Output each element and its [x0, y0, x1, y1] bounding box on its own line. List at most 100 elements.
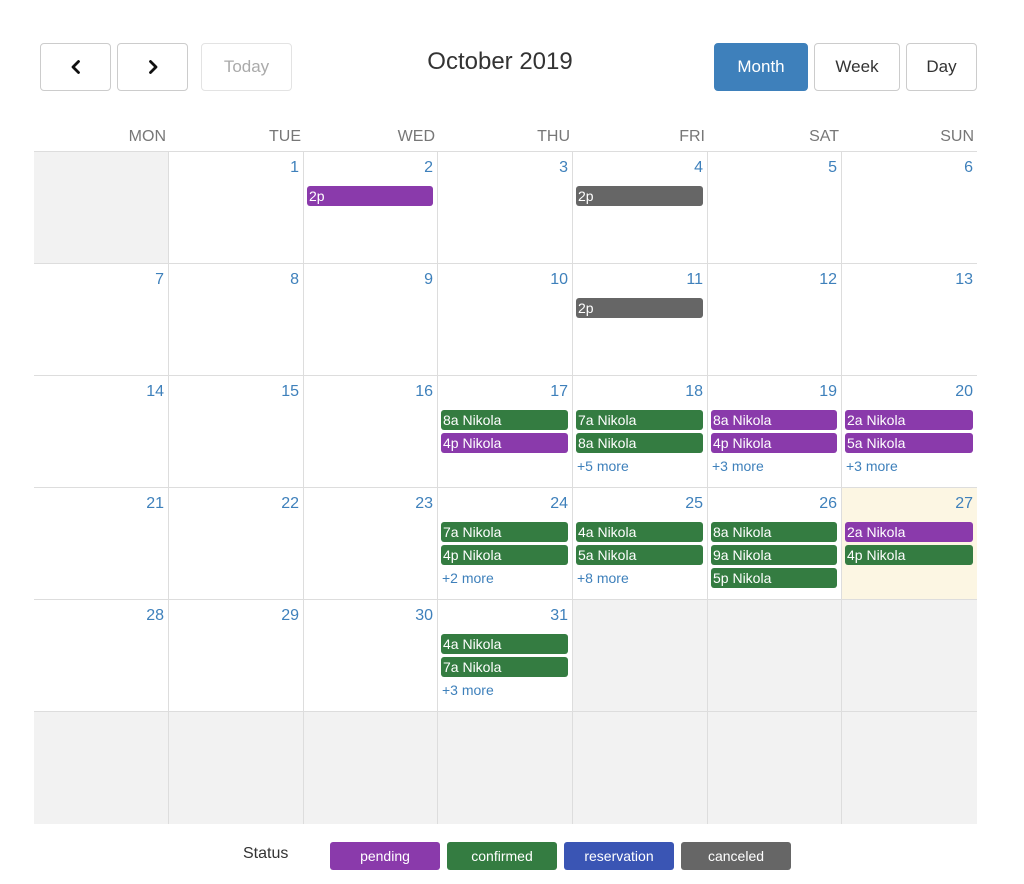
day-number[interactable]: 16 — [415, 383, 433, 401]
day-number[interactable]: 14 — [146, 383, 164, 401]
day-cell[interactable] — [169, 712, 304, 824]
day-number[interactable]: 20 — [955, 383, 973, 401]
event-confirmed[interactable]: 4p Nikola — [441, 545, 568, 565]
day-number[interactable]: 28 — [146, 607, 164, 625]
day-cell[interactable]: 21 — [34, 488, 169, 599]
event-canceled[interactable]: 2p — [576, 298, 703, 318]
day-number[interactable]: 13 — [955, 271, 973, 289]
more-events-link[interactable]: +2 more — [442, 570, 494, 586]
event-confirmed[interactable]: 5p Nikola — [711, 568, 837, 588]
day-cell[interactable]: 2 2p — [304, 152, 438, 263]
day-cell[interactable]: 14 — [34, 376, 169, 487]
more-events-link[interactable]: +3 more — [442, 682, 494, 698]
view-day-button[interactable]: Day — [906, 43, 977, 91]
day-cell[interactable]: 4 2p — [573, 152, 708, 263]
day-cell[interactable] — [573, 712, 708, 824]
day-cell[interactable] — [708, 600, 842, 711]
day-cell[interactable]: 16 — [304, 376, 438, 487]
more-events-link[interactable]: +3 more — [846, 458, 898, 474]
day-cell[interactable]: 24 7a Nikola 4p Nikola +2 more — [438, 488, 573, 599]
day-number[interactable]: 18 — [685, 383, 703, 401]
day-number[interactable]: 2 — [424, 159, 433, 177]
event-confirmed[interactable]: 7a Nikola — [441, 657, 568, 677]
day-cell[interactable] — [34, 152, 169, 263]
day-cell[interactable]: 15 — [169, 376, 304, 487]
day-number[interactable]: 21 — [146, 495, 164, 513]
day-cell[interactable] — [842, 600, 977, 711]
day-cell[interactable] — [842, 712, 977, 824]
day-cell[interactable]: 8 — [169, 264, 304, 375]
view-month-button[interactable]: Month — [714, 43, 808, 91]
day-cell[interactable] — [573, 600, 708, 711]
event-confirmed[interactable]: 7a Nikola — [576, 410, 703, 430]
day-number[interactable]: 24 — [550, 495, 568, 513]
day-cell[interactable]: 18 7a Nikola 8a Nikola +5 more — [573, 376, 708, 487]
day-cell[interactable]: 9 — [304, 264, 438, 375]
event-canceled[interactable]: 2p — [576, 186, 703, 206]
event-pending[interactable]: 2p — [307, 186, 433, 206]
day-cell[interactable]: 10 — [438, 264, 573, 375]
day-cell[interactable]: 7 — [34, 264, 169, 375]
event-pending[interactable]: 4p Nikola — [711, 433, 837, 453]
prev-month-button[interactable] — [40, 43, 111, 91]
event-confirmed[interactable]: 8a Nikola — [711, 522, 837, 542]
day-cell[interactable]: 5 — [708, 152, 842, 263]
day-number[interactable]: 23 — [415, 495, 433, 513]
day-cell[interactable] — [34, 712, 169, 824]
day-number[interactable]: 10 — [550, 271, 568, 289]
event-pending[interactable]: 5a Nikola — [845, 433, 973, 453]
day-cell[interactable]: 28 — [34, 600, 169, 711]
day-number[interactable]: 9 — [424, 271, 433, 289]
day-cell[interactable]: 30 — [304, 600, 438, 711]
day-cell-today[interactable]: 27 2a Nikola 4p Nikola — [842, 488, 977, 599]
day-cell[interactable]: 26 8a Nikola 9a Nikola 5p Nikola — [708, 488, 842, 599]
next-month-button[interactable] — [117, 43, 188, 91]
event-confirmed[interactable]: 5a Nikola — [576, 545, 703, 565]
day-cell[interactable]: 11 2p — [573, 264, 708, 375]
event-pending[interactable]: 2a Nikola — [845, 522, 973, 542]
day-number[interactable]: 11 — [686, 271, 703, 289]
event-confirmed[interactable]: 9a Nikola — [711, 545, 837, 565]
day-number[interactable]: 8 — [290, 271, 299, 289]
day-cell[interactable]: 1 — [169, 152, 304, 263]
day-cell[interactable]: 13 — [842, 264, 977, 375]
event-confirmed[interactable]: 4p Nikola — [845, 545, 973, 565]
day-number[interactable]: 22 — [281, 495, 299, 513]
today-button[interactable]: Today — [201, 43, 292, 91]
event-confirmed[interactable]: 4a Nikola — [441, 634, 568, 654]
day-number[interactable]: 30 — [415, 607, 433, 625]
event-confirmed[interactable]: 8a Nikola — [441, 410, 568, 430]
day-number[interactable]: 5 — [828, 159, 837, 177]
day-number[interactable]: 7 — [155, 271, 164, 289]
day-number[interactable]: 15 — [281, 383, 299, 401]
day-cell[interactable]: 3 — [438, 152, 573, 263]
day-cell[interactable]: 22 — [169, 488, 304, 599]
day-number[interactable]: 25 — [685, 495, 703, 513]
event-confirmed[interactable]: 4a Nikola — [576, 522, 703, 542]
event-confirmed[interactable]: 8a Nikola — [576, 433, 703, 453]
day-number[interactable]: 4 — [694, 159, 703, 177]
day-cell[interactable]: 29 — [169, 600, 304, 711]
event-pending[interactable]: 2a Nikola — [845, 410, 973, 430]
more-events-link[interactable]: +8 more — [577, 570, 629, 586]
day-number[interactable]: 1 — [290, 159, 299, 177]
event-pending[interactable]: 8a Nikola — [711, 410, 837, 430]
view-week-button[interactable]: Week — [814, 43, 900, 91]
day-cell[interactable]: 19 8a Nikola 4p Nikola +3 more — [708, 376, 842, 487]
day-number[interactable]: 12 — [819, 271, 837, 289]
day-number[interactable]: 29 — [281, 607, 299, 625]
day-number[interactable]: 17 — [550, 383, 568, 401]
day-number[interactable]: 6 — [964, 159, 973, 177]
more-events-link[interactable]: +3 more — [712, 458, 764, 474]
day-cell[interactable]: 31 4a Nikola 7a Nikola +3 more — [438, 600, 573, 711]
day-number[interactable]: 31 — [550, 607, 568, 625]
day-cell[interactable]: 12 — [708, 264, 842, 375]
more-events-link[interactable]: +5 more — [577, 458, 629, 474]
day-number[interactable]: 3 — [559, 159, 568, 177]
day-cell[interactable]: 20 2a Nikola 5a Nikola +3 more — [842, 376, 977, 487]
day-cell[interactable]: 23 — [304, 488, 438, 599]
day-number[interactable]: 26 — [819, 495, 837, 513]
event-pending[interactable]: 4p Nikola — [441, 433, 568, 453]
day-cell[interactable]: 6 — [842, 152, 977, 263]
day-cell[interactable] — [304, 712, 438, 824]
